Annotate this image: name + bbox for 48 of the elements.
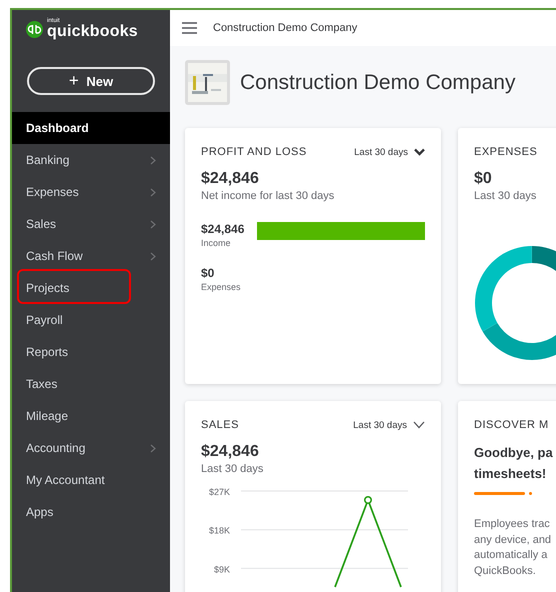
expenses-amount: $0 bbox=[474, 170, 493, 188]
amount-text: $0 bbox=[201, 266, 216, 280]
sidebar-item[interactable]: Cash Flow bbox=[12, 240, 170, 272]
chevron-down-icon bbox=[414, 148, 425, 156]
period-dropdown[interactable]: Last 30 days bbox=[353, 420, 425, 430]
sidebar-item[interactable]: Reports bbox=[12, 336, 170, 368]
card-title: SALES bbox=[201, 419, 239, 431]
company-name: Construction Demo Company bbox=[213, 22, 358, 34]
chevron-right-icon bbox=[150, 252, 156, 260]
sidebar-item[interactable]: Payroll bbox=[12, 304, 170, 336]
expenses-caption: Last 30 days bbox=[474, 190, 538, 202]
card-title: PROFIT AND LOSS bbox=[201, 146, 307, 158]
new-button[interactable]: + New bbox=[27, 67, 155, 95]
logo-icon bbox=[26, 20, 43, 38]
net-income-caption: Net income for last 30 days bbox=[201, 190, 336, 202]
card-title: EXPENSES bbox=[474, 146, 538, 158]
sales-amount: $24,846 bbox=[201, 443, 260, 461]
discover-text: Employees trac any device, and automatically a QuickBooks. bbox=[474, 517, 552, 578]
card-title: DISCOVER M bbox=[474, 419, 549, 431]
chevron-right-icon bbox=[150, 220, 156, 228]
axis-tick-label: $9K bbox=[214, 564, 230, 574]
amount-label: Expenses bbox=[201, 282, 242, 292]
net-income-amount: $24,846 bbox=[201, 170, 260, 188]
sidebar-item[interactable]: Banking bbox=[12, 144, 170, 176]
sidebar-item[interactable]: Mileage bbox=[12, 400, 170, 432]
discover-headline: Goodbye, pa timesheets! bbox=[474, 444, 554, 483]
logo-wordmark: quickbooks bbox=[47, 24, 138, 40]
sidebar-item[interactable]: Dashboard bbox=[12, 112, 170, 144]
chevron-right-icon bbox=[150, 444, 156, 452]
chevron-down-icon bbox=[413, 421, 425, 429]
sidebar-item[interactable]: My Accountant bbox=[12, 464, 170, 496]
sales-caption: Last 30 days bbox=[201, 463, 264, 475]
sidebar-item[interactable]: Taxes bbox=[12, 368, 170, 400]
amount-label: Income bbox=[201, 238, 232, 248]
amount-text: $24,846 bbox=[201, 222, 246, 236]
sidebar-item[interactable]: Apps bbox=[12, 496, 170, 528]
sidebar-item[interactable]: Expenses bbox=[12, 176, 170, 208]
chevron-right-icon bbox=[150, 188, 156, 196]
axis-tick-label: $27K bbox=[208, 487, 230, 497]
sidebar-item[interactable]: Projects bbox=[12, 272, 170, 304]
carousel-indicator[interactable] bbox=[529, 492, 532, 495]
period-dropdown[interactable]: Last 30 days bbox=[354, 146, 425, 158]
chevron-right-icon bbox=[150, 156, 156, 164]
company-title: Construction Demo Company bbox=[240, 70, 516, 94]
sidebar-item[interactable]: Sales bbox=[12, 208, 170, 240]
sidebar-item[interactable]: Accounting bbox=[12, 432, 170, 464]
menu-icon[interactable] bbox=[182, 22, 197, 34]
axis-tick-label: $18K bbox=[208, 526, 230, 536]
